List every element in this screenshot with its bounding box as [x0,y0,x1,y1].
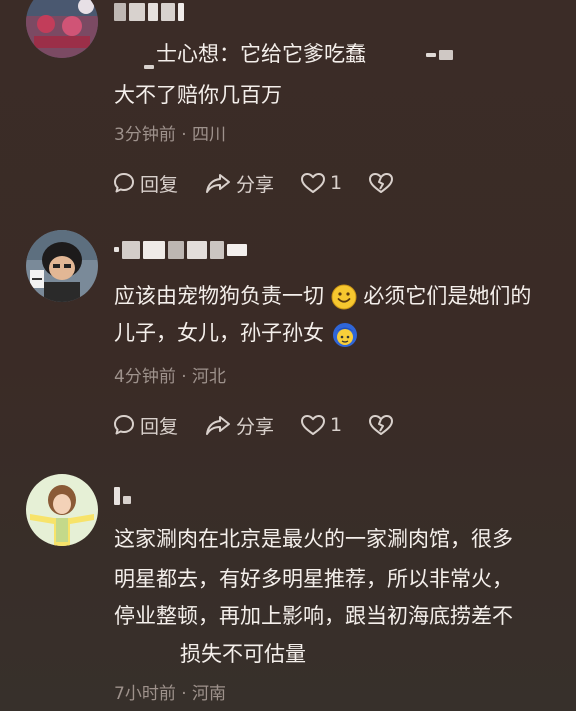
username-obscured[interactable] [114,236,250,259]
reply-button[interactable]: 回复 [112,412,178,439]
username-obscured[interactable] [114,482,134,505]
comment-line: 儿子，女儿，孙子孙女 [114,321,324,345]
comment-1: 士心想：它给它爹吃蠢 大不了赔你几百万 3分钟前 · 四川 回复 分享 1 [0,0,576,210]
share-arrow-icon [206,416,231,435]
avatar[interactable] [26,230,98,302]
heart-icon [301,173,326,193]
smile-emoji-icon [331,284,357,310]
comment-meta: 4分钟前 · 河北 [114,367,227,387]
comment-actions: 回复 分享 1 [112,169,424,197]
comment-text: 儿子，女儿，孙子孙女 [114,315,564,352]
heart-icon [301,415,326,435]
comment-meta: 3分钟前 · 四川 [114,125,227,145]
broken-heart-icon [369,415,394,435]
blue-hair-emoji-icon [332,323,357,347]
share-label: 分享 [236,415,275,438]
share-label: 分享 [236,173,275,196]
comment-text: 应该由宠物狗负责一切 必须它们是她们的 [114,278,564,315]
comment-line: 必须它们是她们的 [363,284,532,308]
comment-text: 大不了赔你几百万 [114,83,282,107]
quote-text: 士心想：它给它爹吃蠢 [156,42,366,66]
like-count: 1 [330,172,343,194]
like-button[interactable]: 1 [300,171,342,195]
reply-label: 回复 [140,173,179,196]
comment-line: 这家涮肉在北京是最火的一家涮肉馆，很多 [114,527,513,551]
like-button[interactable]: 1 [300,413,342,437]
share-button[interactable]: 分享 [204,170,274,197]
share-button[interactable]: 分享 [204,412,274,439]
avatar[interactable] [26,474,98,546]
reply-bubble-icon [114,173,134,193]
comment-line: 明星都去，有好多明星推荐，所以非常火， [114,567,513,591]
avatar[interactable] [26,0,98,58]
like-count: 1 [330,414,343,436]
comment-actions: 回复 分享 1 [112,411,424,439]
reply-bubble-icon [114,415,134,435]
comment-line: 停业整顿，再加上影响，跟当初海底捞差不 [114,604,513,628]
reply-label: 回复 [140,415,179,438]
comment-quote-line: 士心想：它给它爹吃蠢 [114,36,564,73]
broken-heart-icon [369,173,394,193]
comment-line: 损失不可估量 [180,642,306,666]
share-arrow-icon [206,174,231,193]
reply-button[interactable]: 回复 [112,170,178,197]
dislike-button[interactable] [368,171,398,195]
username-obscured[interactable] [114,0,187,21]
dislike-button[interactable] [368,413,398,437]
comment-meta: 7小时前 · 河南 [114,684,227,704]
comment-line: 应该由宠物狗负责一切 [114,284,324,308]
